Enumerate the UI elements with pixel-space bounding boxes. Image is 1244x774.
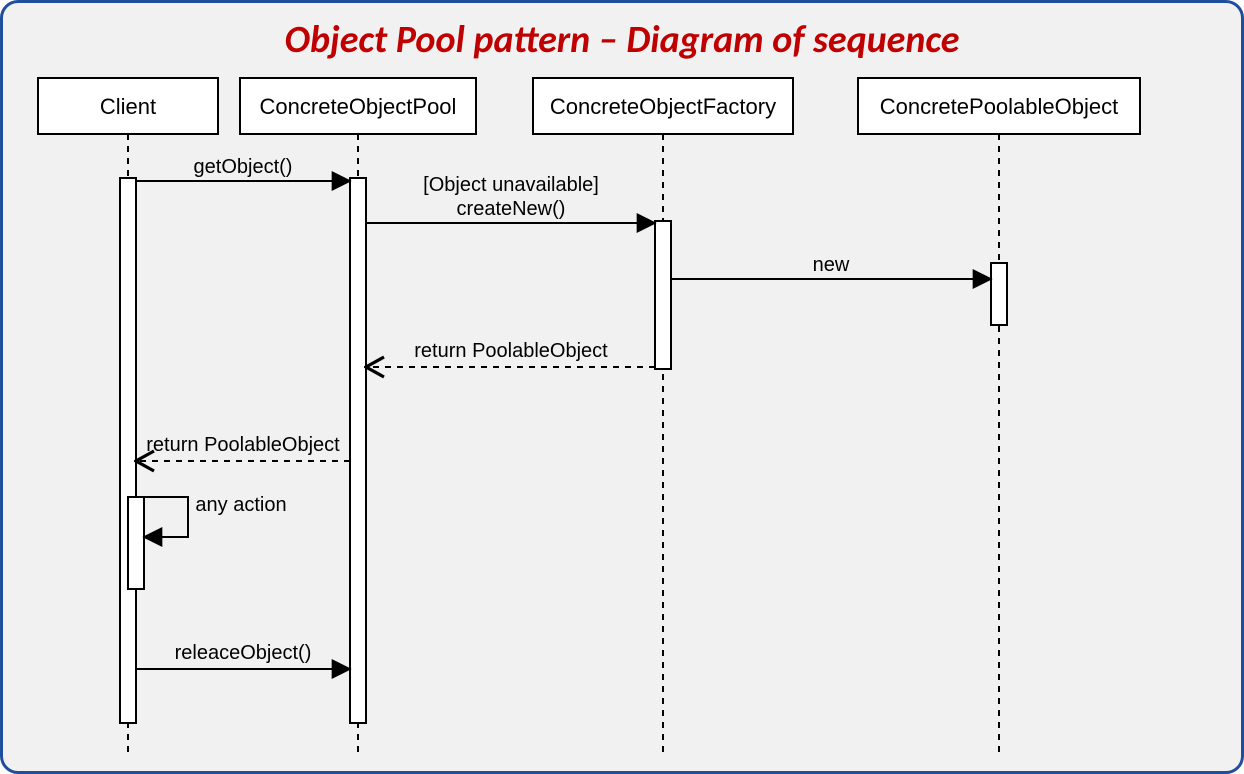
label-new: new bbox=[813, 254, 850, 276]
label-guard: [Object unavailable] bbox=[423, 174, 599, 196]
label-getobject: getObject() bbox=[194, 156, 293, 178]
label-return2: return PoolableObject bbox=[146, 434, 340, 456]
activation-client-inner bbox=[128, 497, 144, 589]
participant-object-label: ConcretePoolableObject bbox=[880, 94, 1118, 119]
label-createnew: createNew() bbox=[457, 198, 566, 220]
label-anyaction: any action bbox=[195, 494, 286, 516]
participant-client-label: Client bbox=[100, 94, 156, 119]
activation-client bbox=[120, 178, 136, 723]
activation-object bbox=[991, 263, 1007, 325]
label-return1: return PoolableObject bbox=[414, 340, 608, 362]
activation-factory bbox=[655, 221, 671, 369]
diagram-frame: Object Pool pattern – Diagram of sequenc… bbox=[0, 0, 1244, 774]
participant-factory-label: ConcreteObjectFactory bbox=[550, 94, 776, 119]
sequence-diagram: Client ConcreteObjectPool ConcreteObject… bbox=[3, 63, 1241, 763]
participant-pool-label: ConcreteObjectPool bbox=[260, 94, 457, 119]
activation-pool bbox=[350, 178, 366, 723]
label-release: releaceObject() bbox=[175, 642, 312, 664]
diagram-title: Object Pool pattern – Diagram of sequenc… bbox=[3, 3, 1241, 63]
